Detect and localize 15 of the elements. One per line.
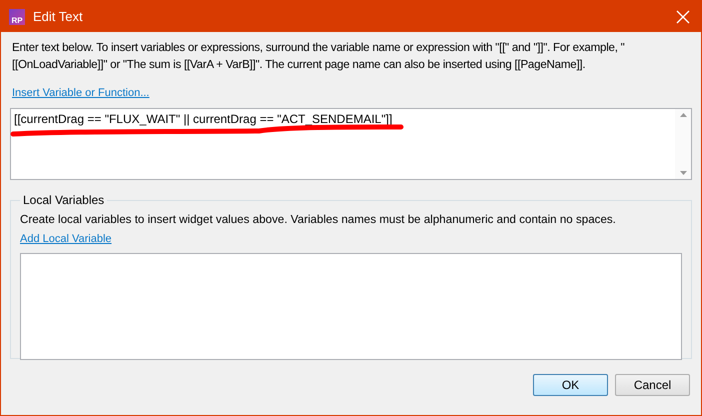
- variables-list[interactable]: [20, 253, 682, 360]
- insert-variable-link[interactable]: Insert Variable or Function...: [12, 87, 150, 99]
- dialog-button[interactable]: Cancel: [615, 374, 690, 396]
- close-icon[interactable]: [676, 10, 690, 24]
- dialog-button[interactable]: OK: [533, 374, 608, 396]
- scroll-up-icon[interactable]: [680, 113, 686, 117]
- scroll-down-icon[interactable]: [680, 171, 686, 175]
- expression-text: [[currentDrag == "FLUX_WAIT" || currentDrag == "ACT_SENDEMAIL"]]: [13, 111, 394, 128]
- text-editor[interactable]: [[currentDrag == "FLUX_WAIT" || currentDrag == "ACT_SENDEMAIL"]]: [10, 108, 692, 180]
- window-title: Edit Text: [33, 9, 84, 24]
- group-title: Local Variables: [22, 193, 106, 207]
- local-variables-description: Create local variables to insert widget values above. Variables names must be alphanumeric and contain no spaces.: [20, 213, 617, 226]
- app-logo: RP: [9, 8, 25, 24]
- add-local-variable-link[interactable]: Add Local Variable: [20, 233, 112, 245]
- instructions-text: Enter text below. To insert variables or expressions, surround the variable name or expression with "[[" and "]]". For example, "[[OnLoadVariable]]" or "The sum is [[VarA + VarB]]". The current page name can also be inserted using [[PageName]].: [12, 40, 626, 73]
